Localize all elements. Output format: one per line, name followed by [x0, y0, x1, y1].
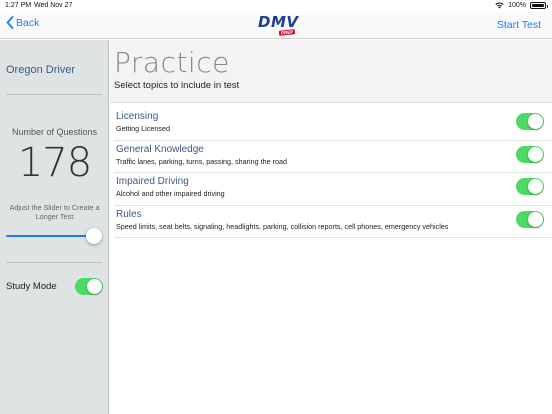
- question-slider[interactable]: [6, 228, 102, 244]
- state-title: Oregon Driver: [6, 64, 76, 76]
- topic-row-impaired-driving: Impaired Driving Alcohol and other impai…: [114, 173, 552, 206]
- battery-icon: [530, 2, 548, 9]
- topic-toggle-licensing[interactable]: [516, 113, 544, 130]
- topic-list: Licensing Getting Licensed General Knowl…: [110, 108, 552, 238]
- topic-description: Getting Licensed: [116, 124, 170, 133]
- dmv-prep-logo: DMV PREP: [257, 13, 299, 37]
- topic-toggle-rules[interactable]: [516, 210, 544, 228]
- back-label: Back: [16, 16, 40, 29]
- slider-hint: Adjust the Slider to Create a Longer Tes…: [9, 203, 100, 221]
- practice-header: Practice Select topics to include in tes…: [110, 40, 552, 103]
- topic-title: Rules: [116, 208, 142, 220]
- status-right: 100%: [495, 2, 548, 9]
- logo-text: DMV: [258, 13, 299, 31]
- back-button[interactable]: Back: [6, 16, 39, 29]
- sidebar-divider: [6, 94, 102, 95]
- status-date: Wed Nov 27: [34, 2, 73, 9]
- topic-toggle-general-knowledge[interactable]: [516, 145, 544, 163]
- battery-percent: 100%: [508, 2, 526, 9]
- slider-track: [6, 235, 96, 237]
- topic-description: Speed limits, seat belts, signaling, hea…: [116, 221, 449, 231]
- chevron-left-icon: [6, 16, 14, 29]
- topic-title: Impaired Driving: [116, 176, 189, 187]
- start-test-button[interactable]: Start Test: [497, 19, 541, 31]
- status-time: 1:27 PM: [5, 2, 32, 9]
- question-count: 178: [17, 140, 92, 186]
- topic-description: Traffic lanes, parking, turns, passing, …: [116, 156, 287, 166]
- page-title: Practice: [114, 46, 230, 79]
- topic-title: General Knowledge: [116, 143, 204, 155]
- sidebar-divider: [6, 262, 102, 263]
- slider-thumb[interactable]: [86, 228, 102, 244]
- logo-badge: PREP: [278, 29, 296, 36]
- page-subtitle: Select topics to include in test: [114, 80, 240, 91]
- study-mode-toggle[interactable]: [75, 278, 103, 295]
- status-bar: 1:27 PM Wed Nov 27 100%: [0, 0, 552, 12]
- topic-row-general-knowledge: General Knowledge Traffic lanes, parking…: [114, 141, 552, 173]
- topic-row-rules: Rules Speed limits, seat belts, signalin…: [114, 206, 552, 238]
- topic-row-licensing: Licensing Getting Licensed: [114, 108, 552, 141]
- wifi-icon: [495, 2, 504, 9]
- topic-title: Licensing: [116, 111, 159, 122]
- questions-label: Number of Questions: [11, 127, 98, 137]
- sidebar: Oregon Driver Number of Questions 178 Ad…: [0, 40, 109, 414]
- topic-description: Alcohol and other impaired driving: [116, 189, 225, 198]
- main-content: Practice Select topics to include in tes…: [110, 40, 552, 414]
- study-mode-label: Study Mode: [6, 281, 57, 292]
- topic-toggle-impaired-driving[interactable]: [516, 178, 544, 195]
- navigation-bar: Back DMV PREP Start Test: [0, 12, 552, 39]
